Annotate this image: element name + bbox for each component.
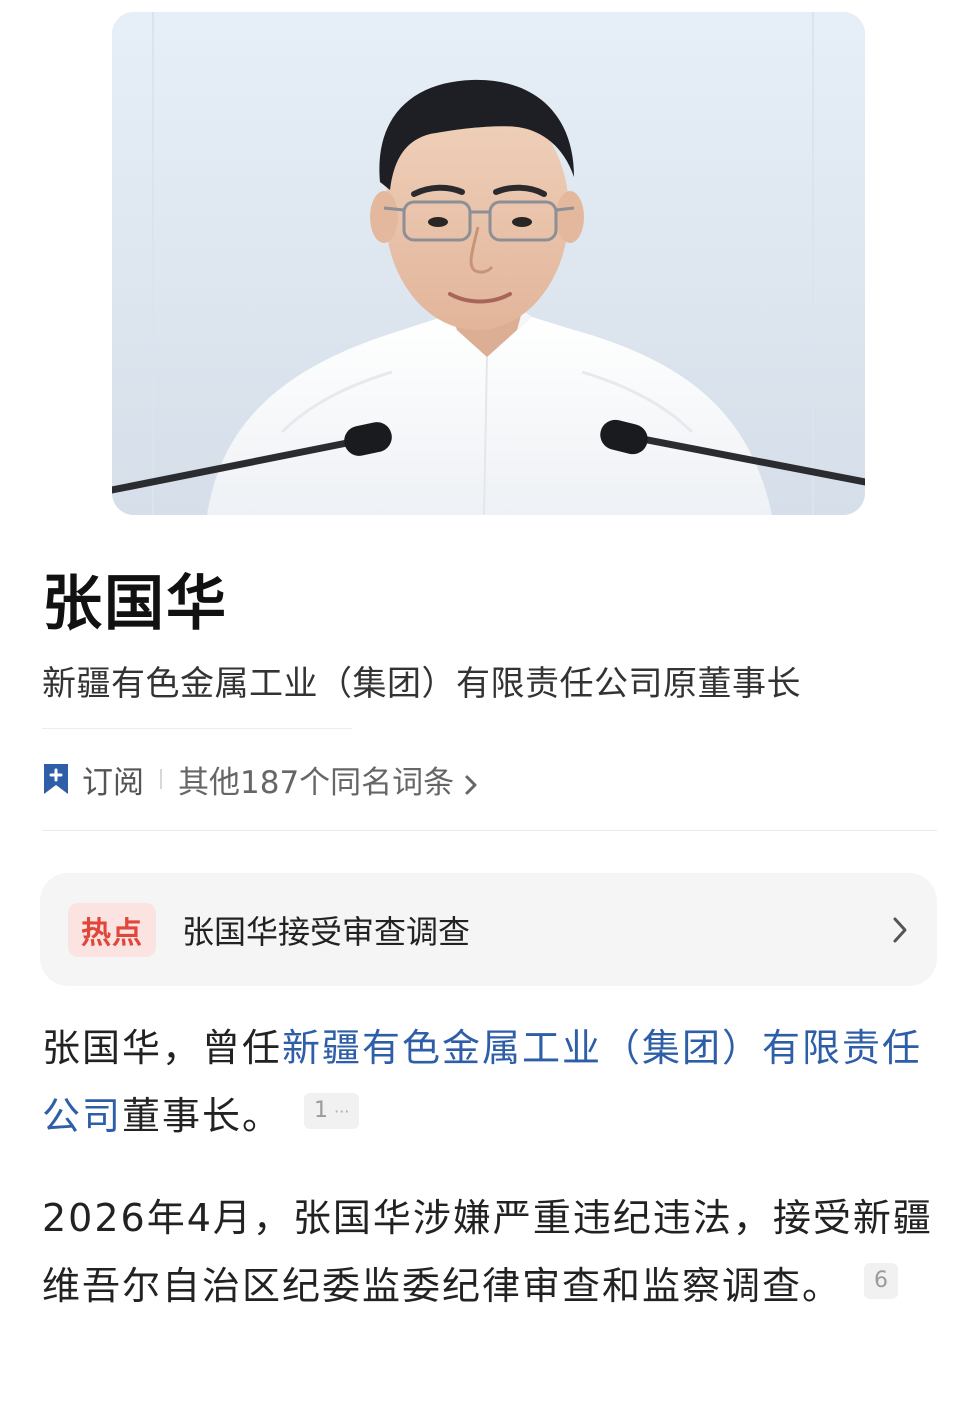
reference-badge[interactable]: 1 ··· bbox=[304, 1092, 360, 1129]
action-separator bbox=[160, 769, 162, 789]
reference-more: ··· bbox=[334, 1101, 350, 1121]
divider bbox=[42, 728, 352, 729]
news-paragraph: 2026年4月，张国华涉嫌严重违纪违法，接受新疆维吾尔自治区纪委监委纪律审查和监… bbox=[42, 1184, 942, 1320]
section-divider bbox=[42, 830, 937, 831]
subscribe-button[interactable]: 订阅 bbox=[82, 757, 144, 802]
summary-suffix: 董事长。 bbox=[122, 1094, 283, 1138]
chevron-right-icon bbox=[893, 917, 907, 942]
other-entries-label: 其他187个同名词条 bbox=[178, 764, 455, 801]
portrait-illustration bbox=[112, 12, 865, 515]
summary-paragraph: 张国华，曾任新疆有色金属工业（集团）有限责任公司董事长。 1 ··· bbox=[42, 1014, 942, 1150]
portrait-photo[interactable] bbox=[112, 12, 865, 515]
bookmark-plus-icon[interactable] bbox=[42, 762, 70, 796]
reference-number: 6 bbox=[874, 1267, 889, 1293]
entry-actions: 订阅 其他187个同名词条 bbox=[42, 756, 478, 802]
hot-badge: 热点 bbox=[68, 902, 156, 957]
summary-prefix: 张国华，曾任 bbox=[42, 1026, 283, 1070]
other-entries-link[interactable]: 其他187个同名词条 bbox=[178, 757, 478, 802]
entry-title: 张国华 bbox=[42, 569, 228, 639]
reference-number: 1 bbox=[314, 1097, 329, 1123]
entry-subtitle: 新疆有色金属工业（集团）有限责任公司原董事长 bbox=[42, 664, 801, 704]
news-text: 2026年4月，张国华涉嫌严重违纪违法，接受新疆维吾尔自治区纪委监委纪律审查和监… bbox=[42, 1196, 933, 1308]
chevron-right-icon bbox=[464, 768, 478, 795]
hot-topic-text: 张国华接受审查调查 bbox=[182, 912, 471, 951]
reference-badge[interactable]: 6 bbox=[864, 1262, 899, 1299]
hot-topic-card[interactable]: 热点 张国华接受审查调查 bbox=[40, 873, 937, 986]
